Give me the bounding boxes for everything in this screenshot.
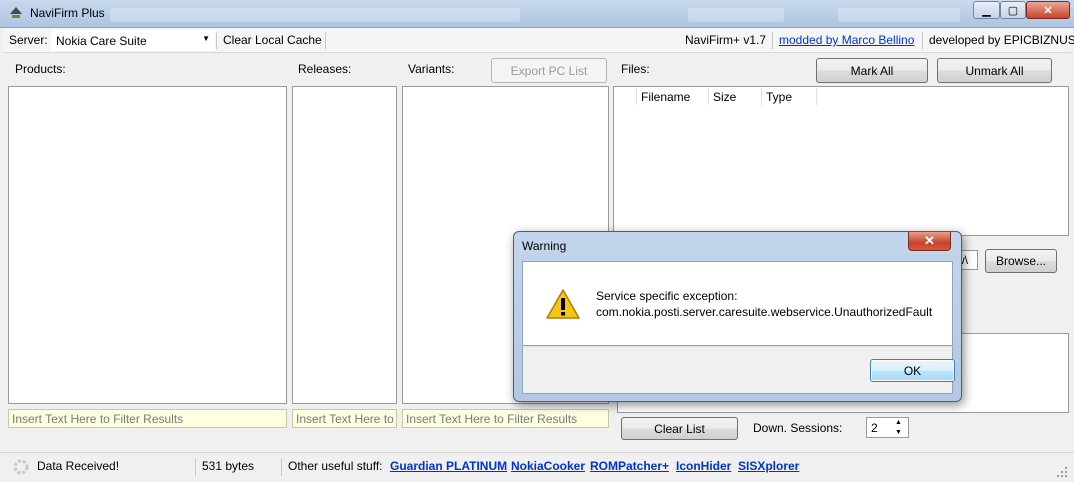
modded-by-link[interactable]: modded by Marco Bellino bbox=[779, 33, 914, 47]
resize-grip-icon[interactable] bbox=[1055, 465, 1069, 479]
developed-by-label: developed by EPICBIZNUS bbox=[929, 33, 1074, 47]
status-bytes: 531 bytes bbox=[202, 459, 255, 473]
export-pc-list-button[interactable]: Export PC List bbox=[491, 58, 607, 83]
files-checkbox-column bbox=[615, 88, 637, 105]
warning-dialog: Warning ✕ Service specific exception: co… bbox=[513, 231, 962, 402]
version-label: NaviFirm+ v1.7 bbox=[685, 33, 767, 47]
status-separator bbox=[281, 459, 282, 476]
background-ghost-right bbox=[838, 8, 960, 22]
link-iconhider[interactable]: IconHider bbox=[676, 459, 731, 473]
files-label: Files: bbox=[621, 62, 650, 76]
ok-button[interactable]: OK bbox=[870, 359, 955, 382]
toolbar-separator bbox=[772, 32, 773, 49]
navifirm-app-icon bbox=[10, 7, 22, 18]
stepper-up-icon[interactable]: ▲ bbox=[895, 418, 902, 427]
background-ghost-left bbox=[688, 8, 784, 22]
releases-list[interactable] bbox=[292, 86, 397, 404]
releases-filter-input[interactable]: Insert Text Here to Fi bbox=[292, 409, 397, 428]
clear-local-cache-button[interactable]: Clear Local Cache bbox=[223, 33, 322, 47]
server-select[interactable]: Nokia Care Suite ▼ bbox=[51, 30, 215, 51]
link-sisxplorer[interactable]: SISXplorer bbox=[738, 459, 799, 473]
link-guardian-platinum[interactable]: Guardian PLATINUM bbox=[390, 459, 507, 473]
dialog-footer: OK bbox=[522, 346, 955, 394]
status-bar: Data Received! 531 bytes Other useful st… bbox=[0, 452, 1074, 482]
column-header-filename[interactable]: Filename bbox=[637, 88, 709, 105]
close-button[interactable]: ✕ bbox=[1026, 1, 1070, 19]
products-label: Products: bbox=[15, 62, 66, 76]
clear-list-button[interactable]: Clear List bbox=[621, 417, 738, 440]
chevron-down-icon: ▼ bbox=[202, 34, 210, 43]
warning-icon bbox=[546, 289, 580, 319]
link-nokiacooker[interactable]: NokiaCooker bbox=[511, 459, 585, 473]
dialog-message-line1: Service specific exception: bbox=[596, 289, 738, 303]
busy-spinner-icon bbox=[13, 459, 29, 475]
toolbar-separator bbox=[922, 32, 923, 49]
download-sessions-label: Down. Sessions: bbox=[753, 421, 843, 435]
dialog-body: Service specific exception: com.nokia.po… bbox=[522, 261, 953, 346]
toolbar: Server: Nokia Care Suite ▼ Clear Local C… bbox=[3, 28, 1074, 53]
column-header-size[interactable]: Size bbox=[709, 88, 762, 105]
releases-label: Releases: bbox=[298, 62, 352, 76]
status-message: Data Received! bbox=[37, 459, 120, 473]
stepper-down-icon[interactable]: ▼ bbox=[895, 428, 902, 437]
browse-button[interactable]: Browse... bbox=[985, 249, 1057, 273]
variants-filter-input[interactable]: Insert Text Here to Filter Results bbox=[402, 409, 609, 428]
download-sessions-value: 2 bbox=[871, 421, 878, 435]
dialog-close-button[interactable]: ✕ bbox=[908, 232, 951, 251]
status-separator bbox=[195, 459, 196, 476]
unmark-all-button[interactable]: Unmark All bbox=[937, 58, 1052, 83]
background-taskbar-ghost bbox=[110, 8, 520, 22]
products-filter-input[interactable]: Insert Text Here to Filter Results bbox=[8, 409, 287, 428]
server-select-value: Nokia Care Suite bbox=[56, 34, 147, 48]
dialog-message-line2: com.nokia.posti.server.caresuite.webserv… bbox=[596, 305, 933, 319]
other-useful-label: Other useful stuff: bbox=[288, 459, 383, 473]
title-bar[interactable]: NaviFirm Plus ▁ ▢ ✕ bbox=[0, 0, 1074, 28]
dialog-title: Warning bbox=[522, 239, 567, 253]
download-sessions-stepper[interactable]: 2 ▲ ▼ bbox=[866, 417, 909, 438]
toolbar-separator bbox=[216, 32, 217, 49]
minimize-button[interactable]: ▁ bbox=[973, 1, 1000, 19]
products-list[interactable] bbox=[8, 86, 287, 404]
mark-all-button[interactable]: Mark All bbox=[816, 58, 928, 83]
toolbar-separator bbox=[325, 32, 326, 49]
maximize-button[interactable]: ▢ bbox=[1000, 1, 1026, 19]
server-label: Server: bbox=[9, 33, 48, 47]
link-rompatcher[interactable]: ROMPatcher+ bbox=[590, 459, 669, 473]
window-title: NaviFirm Plus bbox=[30, 6, 105, 20]
files-list[interactable]: Filename Size Type bbox=[613, 86, 1069, 236]
column-header-type[interactable]: Type bbox=[762, 88, 817, 105]
variants-label: Variants: bbox=[408, 62, 455, 76]
